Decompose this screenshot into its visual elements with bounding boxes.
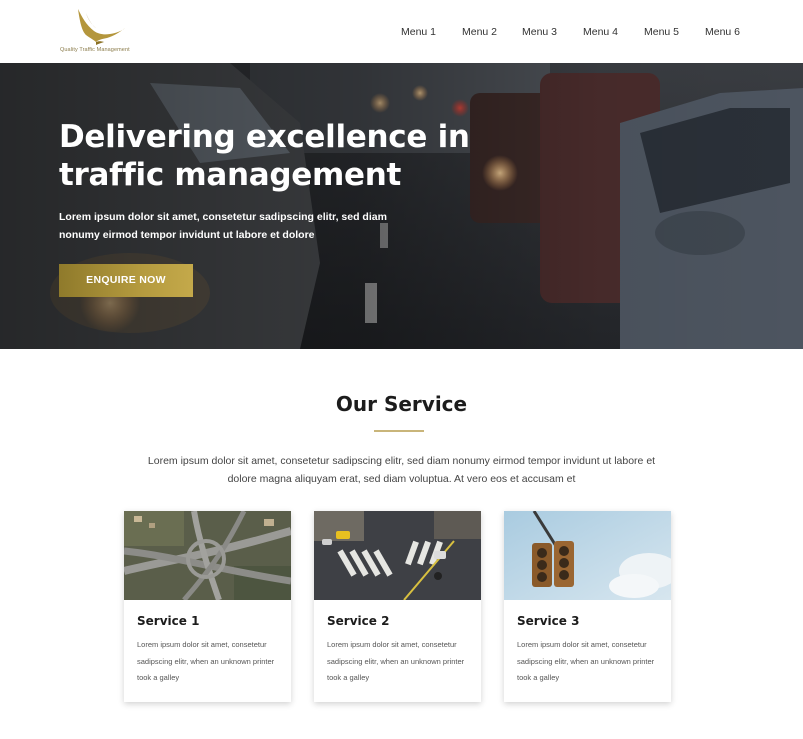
nav-item-menu-5[interactable]: Menu 5 bbox=[644, 26, 679, 38]
site-header: Quality Traffic Management Menu 1 Menu 2… bbox=[0, 0, 803, 63]
nav-item-menu-6[interactable]: Menu 6 bbox=[705, 26, 740, 38]
crosswalk-image bbox=[314, 511, 481, 600]
service-2-image bbox=[314, 511, 481, 600]
service-2-text: Lorem ipsum dolor sit amet, consetetur s… bbox=[327, 640, 465, 682]
nav-item-menu-2[interactable]: Menu 2 bbox=[462, 26, 497, 38]
main-nav: Menu 1 Menu 2 Menu 3 Menu 4 Menu 5 Menu … bbox=[0, 26, 803, 40]
service-1-text: Lorem ipsum dolor sit amet, consetetur s… bbox=[137, 640, 275, 682]
service-1-title: Service 1 bbox=[137, 614, 200, 628]
nav-item-menu-4[interactable]: Menu 4 bbox=[583, 26, 618, 38]
hero-title: Delivering excellence in traffic managem… bbox=[59, 119, 470, 193]
nav-item-menu-1[interactable]: Menu 1 bbox=[401, 26, 436, 38]
aerial-highway-image bbox=[124, 511, 291, 600]
service-1-image bbox=[124, 511, 291, 600]
hero-text: Lorem ipsum dolor sit amet, consetetur s… bbox=[59, 211, 387, 241]
enquire-now-button[interactable]: ENQUIRE NOW bbox=[59, 264, 193, 297]
section-divider bbox=[374, 430, 424, 432]
service-card-1[interactable]: Service 1 Lorem ipsum dolor sit amet, co… bbox=[124, 511, 291, 702]
traffic-light-image bbox=[504, 511, 671, 600]
service-3-image bbox=[504, 511, 671, 600]
service-card-3[interactable]: Service 3 Lorem ipsum dolor sit amet, co… bbox=[504, 511, 671, 702]
service-3-text: Lorem ipsum dolor sit amet, consetetur s… bbox=[517, 640, 655, 682]
service-card-2[interactable]: Service 2 Lorem ipsum dolor sit amet, co… bbox=[314, 511, 481, 702]
hero-overlay bbox=[0, 63, 803, 349]
services-intro: Lorem ipsum dolor sit amet, consetetur s… bbox=[147, 455, 656, 485]
hero-banner: Delivering excellence in traffic managem… bbox=[0, 63, 803, 349]
service-2-title: Service 2 bbox=[327, 614, 390, 628]
services-title: Our Service bbox=[335, 392, 468, 416]
service-3-title: Service 3 bbox=[517, 614, 580, 628]
logo-text: Quality Traffic Management bbox=[60, 47, 130, 53]
nav-item-menu-3[interactable]: Menu 3 bbox=[522, 26, 557, 38]
